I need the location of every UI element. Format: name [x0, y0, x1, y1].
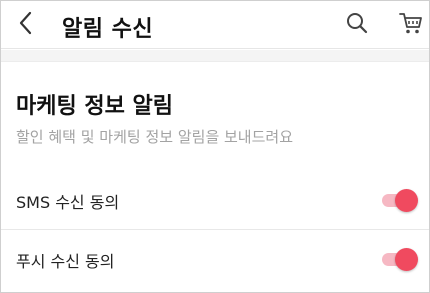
top-app-bar: 알림 수신 [1, 1, 429, 49]
section-description: 할인 혜택 및 마케팅 정보 알림을 보내드려요 [16, 128, 294, 146]
toggle-knob [395, 189, 418, 212]
section-title: 마케팅 정보 알림 [16, 94, 173, 119]
push-consent-toggle[interactable] [382, 248, 418, 271]
page-title: 알림 수신 [62, 17, 154, 42]
section-spacer [1, 50, 429, 62]
toggle-knob [395, 248, 418, 271]
setting-row-push: 푸시 수신 동의 [1, 230, 429, 288]
cart-button[interactable] [395, 9, 427, 41]
push-consent-label: 푸시 수신 동의 [16, 252, 115, 271]
sms-consent-label: SMS 수신 동의 [16, 193, 120, 212]
chevron-left-icon [18, 11, 34, 39]
cart-icon [398, 10, 424, 40]
search-button[interactable] [342, 10, 372, 40]
sms-consent-toggle[interactable] [382, 189, 418, 212]
search-icon [345, 11, 369, 39]
setting-row-sms: SMS 수신 동의 [1, 171, 429, 229]
screen: 알림 수신 마케팅 정보 알림 할인 혜택 및 마케팅 정보 알림을 보내드려요… [0, 0, 430, 293]
back-button[interactable] [11, 10, 41, 40]
